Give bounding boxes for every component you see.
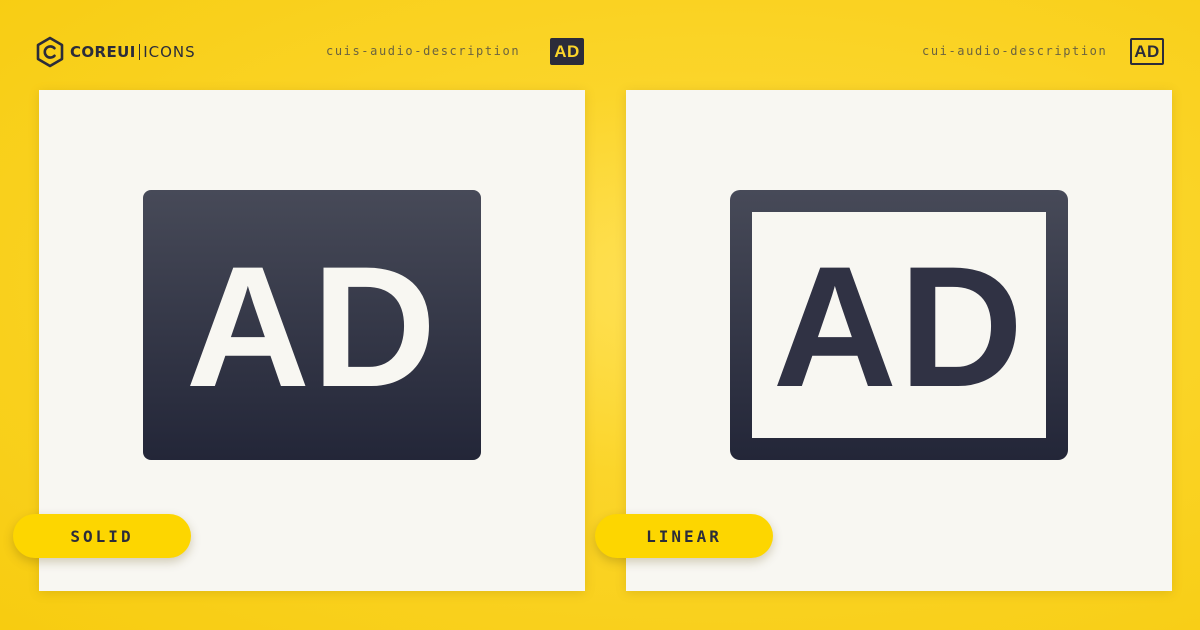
coreui-hexagon-icon: [36, 36, 64, 68]
solid-ad-badge-icon: AD: [550, 38, 584, 65]
linear-icon-name: cui-audio-description: [922, 44, 1108, 58]
linear-style-pill[interactable]: LINEAR: [595, 514, 773, 558]
logo-wordmark: COREUI ICONS: [70, 43, 196, 61]
solid-style-pill[interactable]: SOLID: [13, 514, 191, 558]
logo-separator: [138, 44, 141, 60]
audio-description-solid-icon: AD: [143, 190, 481, 460]
logo-core-text: COREUI: [70, 43, 136, 61]
logo-icons-text: ICONS: [143, 43, 196, 61]
audio-description-linear-icon: AD: [730, 190, 1068, 460]
coreui-logo[interactable]: COREUI ICONS: [36, 35, 196, 69]
linear-ad-badge-icon: AD: [1130, 38, 1164, 65]
solid-icon-text: AD: [186, 231, 438, 423]
solid-icon-name: cuis-audio-description: [326, 44, 521, 58]
linear-icon-text: AD: [773, 231, 1025, 423]
